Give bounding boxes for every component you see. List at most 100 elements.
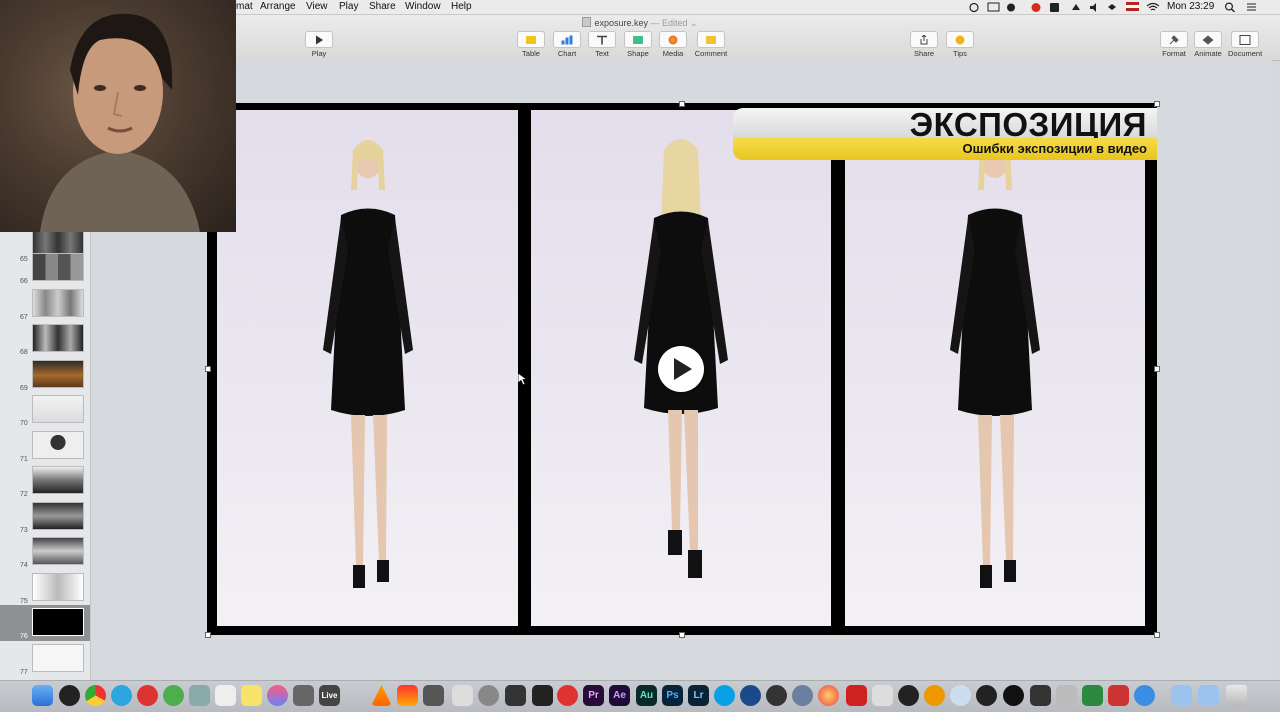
skype-icon[interactable]	[714, 685, 735, 706]
books-icon[interactable]	[1108, 685, 1129, 706]
app-icon[interactable]	[293, 685, 314, 706]
camera-app-icon[interactable]	[423, 685, 444, 706]
camera-lens-icon[interactable]	[976, 685, 997, 706]
us-flag-icon[interactable]	[1126, 2, 1139, 11]
photo-booth-icon[interactable]	[397, 685, 418, 706]
comment-icon	[706, 35, 716, 44]
animate-button[interactable]: Animate	[1191, 31, 1225, 58]
format-brush-icon	[1169, 34, 1179, 44]
steam-icon[interactable]	[766, 685, 787, 706]
status-icons[interactable]	[968, 2, 1128, 13]
wifi-icon[interactable]	[1146, 2, 1160, 12]
shape-icon	[633, 35, 643, 44]
slide-thumbnail[interactable]: 68	[0, 321, 90, 357]
slide-number: 66	[20, 278, 28, 285]
settings-gear-icon[interactable]	[924, 685, 945, 706]
ableton-live-icon[interactable]: Live	[319, 685, 340, 706]
itunes-icon[interactable]	[267, 685, 288, 706]
resize-handle[interactable]	[679, 101, 685, 107]
final-cut-icon[interactable]	[1030, 685, 1051, 706]
notes-icon[interactable]	[241, 685, 262, 706]
menu-clock[interactable]: Mon 23:29	[1167, 1, 1214, 12]
presentation-icon[interactable]	[1056, 685, 1077, 706]
menu-play[interactable]: Play	[339, 1, 358, 12]
preview-icon[interactable]	[189, 685, 210, 706]
premiere-icon[interactable]: Pr	[583, 685, 604, 706]
network-app-icon[interactable]	[452, 685, 473, 706]
resize-handle[interactable]	[679, 632, 685, 638]
slide-thumbnail[interactable]: 70	[0, 392, 90, 428]
title-banner-bottom: Ошибки экспозиции в видео	[733, 138, 1157, 160]
menu-view[interactable]: View	[306, 1, 328, 12]
applications-folder-icon[interactable]	[1171, 685, 1192, 706]
system-preferences-icon[interactable]	[478, 685, 499, 706]
lightroom-icon[interactable]: Lr	[688, 685, 709, 706]
slide-thumbnail[interactable]: 66	[0, 250, 90, 286]
app-store-icon[interactable]	[740, 685, 761, 706]
slide-number: 68	[20, 349, 28, 356]
menu-share[interactable]: Share	[369, 1, 396, 12]
resize-handle[interactable]	[1154, 366, 1160, 372]
finder-icon[interactable]	[32, 685, 53, 706]
media-button[interactable]: Media	[656, 31, 690, 58]
photoshop-label: Ps	[666, 690, 679, 701]
premiere-label: Pr	[588, 690, 599, 701]
chart-button[interactable]: Chart	[550, 31, 584, 58]
resize-handle[interactable]	[1154, 632, 1160, 638]
shape-button[interactable]: Shape	[621, 31, 655, 58]
photoshop-icon[interactable]: Ps	[662, 685, 683, 706]
slide-thumbnail[interactable]: 67	[0, 286, 90, 322]
davinci-resolve-icon[interactable]	[557, 685, 578, 706]
tips-button[interactable]: Tips	[943, 31, 977, 58]
safari-icon[interactable]	[792, 685, 813, 706]
migration-icon[interactable]	[1134, 685, 1155, 706]
slide-thumbnail[interactable]: 77	[0, 641, 90, 677]
terminal-icon[interactable]	[532, 685, 553, 706]
pdf-app-icon[interactable]	[846, 685, 867, 706]
downloads-folder-icon[interactable]	[1198, 685, 1219, 706]
model-front-figure	[322, 140, 413, 588]
slide-thumbnail[interactable]: 75	[0, 570, 90, 606]
slide-thumbnail-selected[interactable]: 76	[0, 605, 90, 641]
slide-thumbnail[interactable]: 71	[0, 428, 90, 464]
chrome-icon[interactable]	[85, 685, 106, 706]
evernote-icon[interactable]	[1082, 685, 1103, 706]
activity-monitor-icon[interactable]	[505, 685, 526, 706]
video-play-button[interactable]	[658, 346, 704, 392]
menu-help[interactable]: Help	[451, 1, 472, 12]
after-effects-icon[interactable]: Ae	[609, 685, 630, 706]
slide-thumbnail[interactable]: 73	[0, 499, 90, 535]
format-button[interactable]: Format	[1157, 31, 1191, 58]
menu-arrange[interactable]: Arrange	[260, 1, 296, 12]
lips-app-icon[interactable]	[137, 685, 158, 706]
1password-icon[interactable]	[950, 685, 971, 706]
menu-window[interactable]: Window	[405, 1, 441, 12]
notification-center-icon[interactable]	[1245, 2, 1257, 12]
document-icon	[582, 17, 592, 27]
photos-icon[interactable]	[818, 685, 839, 706]
resize-handle[interactable]	[1154, 101, 1160, 107]
play-button[interactable]: Play	[302, 31, 336, 58]
slide-thumbnail[interactable]: 69	[0, 357, 90, 393]
text-button[interactable]: Text	[585, 31, 619, 58]
resize-handle[interactable]	[205, 632, 211, 638]
github-icon[interactable]	[1003, 685, 1024, 706]
vlc-icon[interactable]	[371, 685, 392, 706]
music-score-icon[interactable]	[872, 685, 893, 706]
launchpad-icon[interactable]	[59, 685, 80, 706]
textedit-icon[interactable]	[215, 685, 236, 706]
document-button[interactable]: Document	[1228, 31, 1262, 58]
trash-icon[interactable]	[1226, 685, 1247, 706]
comment-button[interactable]: Comment	[694, 31, 728, 58]
utorrent-icon[interactable]	[163, 685, 184, 706]
resize-handle[interactable]	[205, 366, 211, 372]
share-button[interactable]: Share	[907, 31, 941, 58]
spotlight-search-icon[interactable]	[1224, 2, 1236, 12]
slide-thumbnail[interactable]: 72	[0, 463, 90, 499]
menu-format[interactable]: mat	[236, 1, 253, 12]
table-button[interactable]: Table	[514, 31, 548, 58]
audition-icon[interactable]: Au	[636, 685, 657, 706]
slide-thumbnail[interactable]: 74	[0, 534, 90, 570]
telegram-icon[interactable]	[111, 685, 132, 706]
3d-app-icon[interactable]	[898, 685, 919, 706]
